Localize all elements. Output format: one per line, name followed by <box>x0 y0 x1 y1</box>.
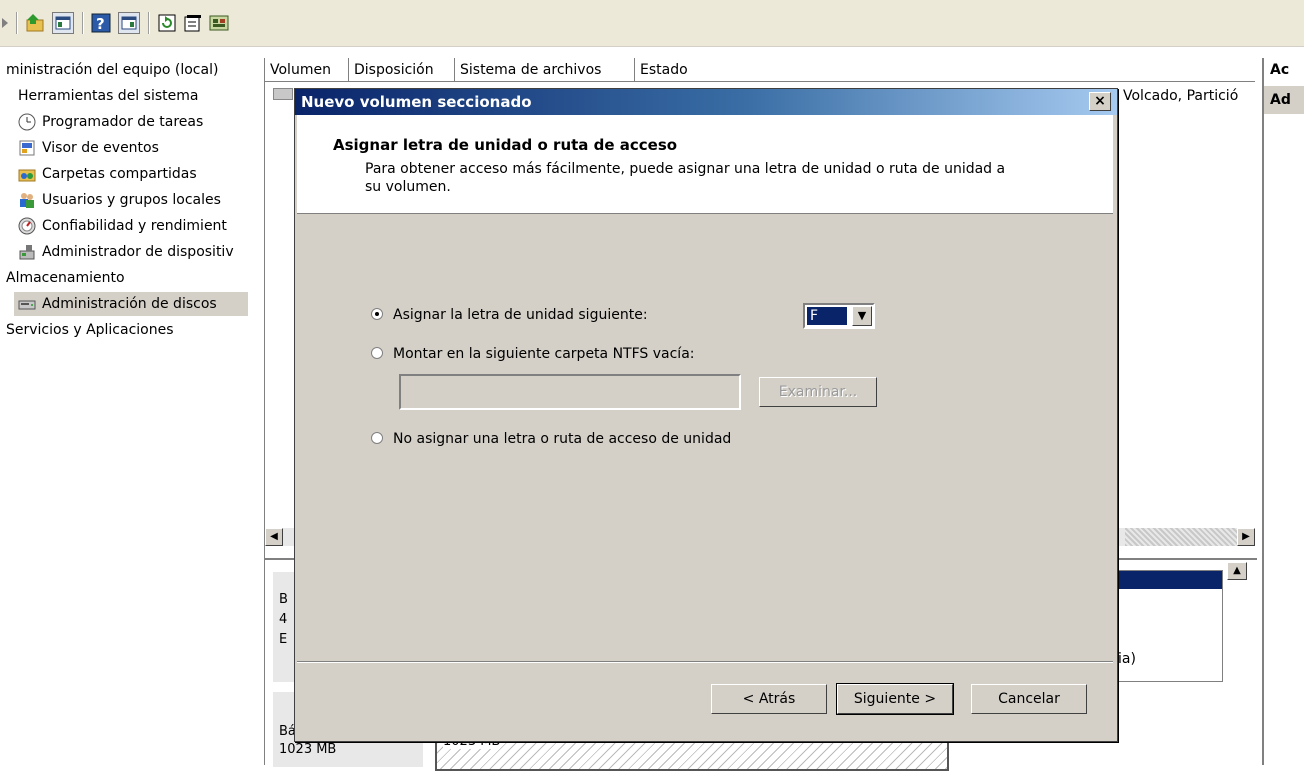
toolbar: ? <box>0 0 1304 47</box>
tree-item-label: Programador de tareas <box>42 114 204 130</box>
cancel-button[interactable]: Cancelar <box>971 684 1087 714</box>
tree-item-label: Servicios y Aplicaciones <box>6 322 174 338</box>
partition-fragment: ia) <box>1118 651 1136 667</box>
next-button[interactable]: Siguiente > <box>836 683 954 715</box>
back-button[interactable]: < Atrás <box>711 684 827 714</box>
partition-box[interactable]: ia) <box>1115 570 1223 682</box>
shared-folder-icon <box>18 165 36 183</box>
device-manager-icon <box>18 243 36 261</box>
tree-item-task-scheduler[interactable]: Programador de tareas <box>18 110 203 134</box>
toolbar-separator <box>148 12 150 34</box>
dialog-title: Nuevo volumen seccionado <box>301 93 532 111</box>
scroll-left-button[interactable]: ◀ <box>265 528 283 546</box>
tree-item-event-viewer[interactable]: Visor de eventos <box>18 136 159 160</box>
show-action-pane-icon[interactable] <box>118 12 140 34</box>
option-mount-folder-label: Montar en la siguiente carpeta NTFS vací… <box>393 346 695 362</box>
column-header-filesystem[interactable]: Sistema de archivos <box>455 58 635 82</box>
tree-item-label: Usuarios y grupos locales <box>42 192 221 208</box>
browse-button[interactable]: Examinar... <box>759 377 877 407</box>
action-pane-header: Ac <box>1270 62 1290 78</box>
tree-root-label[interactable]: ministración del equipo (local) <box>6 58 218 82</box>
clock-icon <box>18 113 36 131</box>
action-pane-item[interactable]: Ad <box>1264 86 1304 114</box>
partition-header-bar <box>1116 571 1222 589</box>
back-arrow-icon[interactable] <box>0 12 10 34</box>
tree-item-label: Administrador de dispositiv <box>42 244 234 260</box>
tree-item-device-manager[interactable]: Administrador de dispositiv <box>18 240 234 264</box>
performance-icon <box>18 217 36 235</box>
option-no-letter-label: No asignar una letra o ruta de acceso de… <box>393 431 732 447</box>
tree-item-label: Almacenamiento <box>6 270 125 286</box>
users-icon <box>18 191 36 209</box>
new-striped-volume-wizard: Nuevo volumen seccionado × Asignar letra… <box>294 88 1118 742</box>
option-mount-folder[interactable]: Montar en la siguiente carpeta NTFS vací… <box>371 346 695 362</box>
radio-mount-folder[interactable] <box>371 347 383 359</box>
wizard-step-title: Asignar letra de unidad o ruta de acceso <box>333 136 678 154</box>
help-icon[interactable]: ? <box>90 12 112 34</box>
folder-path-input[interactable] <box>399 374 741 410</box>
column-header-status[interactable]: Estado <box>635 58 1255 82</box>
tree-item-shared-folders[interactable]: Carpetas compartidas <box>18 162 197 186</box>
radio-no-letter[interactable] <box>371 432 383 444</box>
tree-item-label: Administración de discos <box>42 296 217 312</box>
tree-item-local-users[interactable]: Usuarios y grupos locales <box>18 188 221 212</box>
wizard-header: Asignar letra de unidad o ruta de acceso… <box>297 115 1113 214</box>
tree-item-storage[interactable]: Almacenamiento <box>0 266 125 290</box>
folder-up-icon[interactable] <box>24 12 46 34</box>
tree-item-services[interactable]: Servicios y Aplicaciones <box>0 318 174 342</box>
row-status: Volcado, Partició <box>1123 88 1239 104</box>
disk-status-fragment: E <box>279 632 288 647</box>
tree-item-label: Confiabilidad y rendimient <box>42 218 227 234</box>
disk-label-fragment: B <box>279 592 288 607</box>
option-assign-letter[interactable]: Asignar la letra de unidad siguiente: <box>371 307 648 323</box>
disk-settings-icon[interactable] <box>208 12 230 34</box>
scroll-right-button[interactable]: ▶ <box>1237 528 1255 546</box>
properties-icon[interactable] <box>182 12 204 34</box>
option-no-letter[interactable]: No asignar una letra o ruta de acceso de… <box>371 431 731 447</box>
footer-separator <box>297 661 1113 663</box>
tree-item-reliability[interactable]: Confiabilidad y rendimient <box>18 214 227 238</box>
scroll-track[interactable] <box>1125 528 1237 546</box>
tree-item-label: Visor de eventos <box>42 140 159 156</box>
chevron-down-icon[interactable]: ▼ <box>852 306 872 326</box>
column-header-layout[interactable]: Disposición <box>349 58 455 82</box>
close-button[interactable]: × <box>1089 92 1111 111</box>
radio-assign-letter[interactable] <box>371 308 383 320</box>
event-viewer-icon <box>18 139 36 157</box>
option-assign-letter-label: Asignar la letra de unidad siguiente: <box>393 307 648 323</box>
drive-letter-value: F <box>807 307 847 325</box>
scroll-up-button[interactable]: ▲ <box>1227 562 1247 580</box>
disk-size: 1023 MB <box>279 742 337 757</box>
disk-size-fragment: 4 <box>279 612 288 627</box>
tree-item-system-tools[interactable]: Herramientas del sistema <box>18 84 198 108</box>
tree-item-disk-management[interactable]: Administración de discos <box>14 292 248 316</box>
toolbar-separator <box>82 12 84 34</box>
svg-text:?: ? <box>96 15 105 33</box>
tree-item-label: Herramientas del sistema <box>18 88 199 104</box>
refresh-icon[interactable] <box>156 12 178 34</box>
disk-icon <box>18 295 36 313</box>
toolbar-separator <box>16 12 18 34</box>
drive-letter-select[interactable]: F ▼ <box>803 303 875 329</box>
dialog-title-bar[interactable]: Nuevo volumen seccionado × <box>295 89 1117 115</box>
tree-item-label: Carpetas compartidas <box>42 166 197 182</box>
show-console-tree-icon[interactable] <box>52 12 74 34</box>
wizard-step-description: Para obtener acceso más fácilmente, pued… <box>365 161 1006 195</box>
volume-icon <box>273 88 293 100</box>
column-header-volume[interactable]: Volumen <box>265 58 349 82</box>
console-tree: ministración del equipo (local) Herramie… <box>0 58 258 765</box>
action-pane-item-label: Ad <box>1270 92 1291 108</box>
action-pane: Ac Ad <box>1262 58 1304 765</box>
